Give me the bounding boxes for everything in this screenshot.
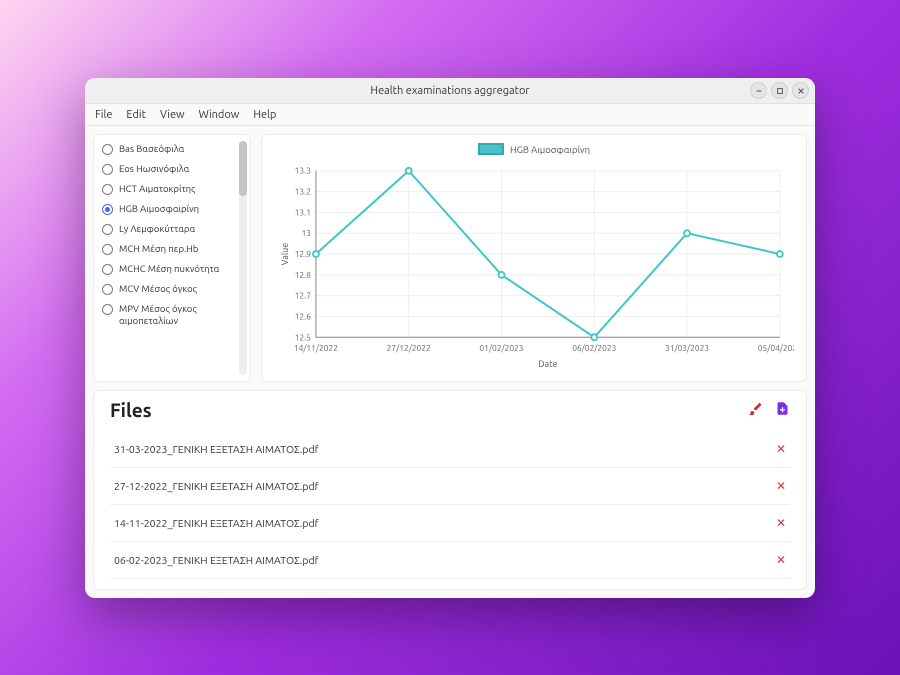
legend-label: HGB Αιμοσφαιρίνη [510, 144, 590, 155]
metric-radio[interactable]: MCHC Μέση πυκνότητα [102, 261, 246, 277]
file-row: 27-12-2022_ΓΕΝΙΚΗ ΕΞΕΤΑΣΗ ΑΙΜΑΤΟΣ.pdf ✕ [110, 468, 790, 505]
delete-file-icon[interactable]: ✕ [776, 479, 786, 493]
metric-label: MCHC Μέση πυκνότητα [119, 263, 219, 275]
radio-icon [102, 244, 113, 255]
file-row: 06-02-2023_ΓΕΝΙΚΗ ΕΞΕΤΑΣΗ ΑΙΜΑΤΟΣ.pdf ✕ [110, 542, 790, 579]
window-title: Health examinations aggregator [370, 85, 529, 97]
radio-icon [102, 224, 113, 235]
svg-text:06/02/2023: 06/02/2023 [572, 343, 616, 353]
metric-radio-list: Bas Βασεόφιλα Eos Ηωσινόφιλα HCT Αιματοκρί… [102, 141, 246, 329]
svg-text:12.5: 12.5 [295, 332, 312, 342]
radio-icon [102, 284, 113, 295]
menu-file[interactable]: File [95, 109, 112, 121]
radio-icon [102, 264, 113, 275]
sidebar-scrollbar[interactable] [239, 141, 247, 375]
metric-label: MCV Μέσος όγκος [119, 283, 197, 295]
line-chart: 12.5 12.6 12.7 12.8 12.9 13 13.1 13.2 13.3 14/11/… [274, 145, 794, 371]
metric-label: Bas Βασεόφιλα [119, 143, 184, 155]
svg-text:12.6: 12.6 [295, 311, 312, 321]
svg-text:12.8: 12.8 [295, 270, 312, 280]
svg-text:13.1: 13.1 [295, 207, 311, 217]
delete-file-icon[interactable]: ✕ [776, 516, 786, 530]
delete-file-icon[interactable]: ✕ [776, 553, 786, 567]
titlebar: Health examinations aggregator [85, 78, 815, 104]
svg-text:13.2: 13.2 [295, 187, 312, 197]
files-panel: Files 31-03-2023_ΓΕΝΙΚΗ ΕΞΕΤΑΣΗ ΑΙΜΑΤΟΣ.… [93, 390, 807, 590]
metric-radio[interactable]: Bas Βασεόφιλα [102, 141, 246, 157]
file-row: 31-03-2023_ΓΕΝΙΚΗ ΕΞΕΤΑΣΗ ΑΙΜΑΤΟΣ.pdf ✕ [110, 431, 790, 468]
radio-icon [102, 184, 113, 195]
svg-text:14/11/2022: 14/11/2022 [294, 343, 338, 353]
svg-text:13: 13 [301, 228, 311, 238]
metric-label: MPV Μέσος όγκος αιμοπεταλίων [119, 303, 246, 327]
svg-text:Date: Date [538, 359, 557, 369]
delete-file-icon[interactable]: ✕ [776, 442, 786, 456]
window-controls [750, 82, 809, 99]
content: Bas Βασεόφιλα Eos Ηωσινόφιλα HCT Αιματοκρί… [85, 126, 815, 598]
file-name: 14-11-2022_ΓΕΝΙΚΗ ΕΞΕΤΑΣΗ ΑΙΜΑΤΟΣ.pdf [114, 517, 319, 529]
radio-icon [102, 304, 113, 315]
svg-text:31/03/2023: 31/03/2023 [665, 343, 709, 353]
metric-label: Ly Λεμφοκύτταρα [119, 223, 195, 235]
svg-text:05/04/2023: 05/04/2023 [758, 343, 794, 353]
radio-icon [102, 164, 113, 175]
metric-label: Eos Ηωσινόφιλα [119, 163, 189, 175]
file-name: 31-03-2023_ΓΕΝΙΚΗ ΕΞΕΤΑΣΗ ΑΙΜΑΤΟΣ.pdf [114, 443, 319, 455]
svg-text:27/12/2022: 27/12/2022 [387, 343, 431, 353]
file-name: 27-12-2022_ΓΕΝΙΚΗ ΕΞΕΤΑΣΗ ΑΙΜΑΤΟΣ.pdf [114, 480, 319, 492]
files-heading: Files [110, 399, 152, 421]
metric-radio[interactable]: MPV Μέσος όγκος αιμοπεταλίων [102, 301, 246, 329]
legend-swatch [478, 143, 504, 155]
scrollbar-thumb[interactable] [239, 141, 247, 196]
metric-radio[interactable]: Ly Λεμφοκύτταρα [102, 221, 246, 237]
menubar: File Edit View Window Help [85, 104, 815, 126]
add-file-icon[interactable] [775, 401, 790, 420]
file-list: 31-03-2023_ΓΕΝΙΚΗ ΕΞΕΤΑΣΗ ΑΙΜΑΤΟΣ.pdf✕27… [110, 431, 790, 590]
app-window: Health examinations aggregator File Edit V… [85, 78, 815, 598]
files-actions [748, 401, 790, 420]
metric-label: MCH Μέση περ.Hb [119, 243, 199, 255]
svg-text:12.7: 12.7 [295, 291, 312, 301]
svg-text:Value: Value [280, 243, 290, 266]
chart-legend: HGB Αιμοσφαιρίνη [478, 143, 590, 155]
chart-panel: HGB Αιμοσφαιρίνη 12.512.612.712.812.9131… [261, 134, 807, 382]
metric-radio[interactable]: Eos Ηωσινόφιλα [102, 161, 246, 177]
metric-label: HGB Αιμοσφαιρίνη [119, 203, 199, 215]
metric-label: HCT Αιματοκρίτης [119, 183, 195, 195]
files-header: Files [110, 399, 790, 421]
menu-edit[interactable]: Edit [126, 109, 146, 121]
radio-icon [102, 144, 113, 155]
menu-help[interactable]: Help [253, 109, 276, 121]
maximize-button[interactable] [771, 82, 788, 99]
metric-radio[interactable]: HGB Αιμοσφαιρίνη [102, 201, 246, 217]
close-button[interactable] [792, 82, 809, 99]
top-row: Bas Βασεόφιλα Eos Ηωσινόφιλα HCT Αιματοκρί… [93, 134, 807, 382]
brush-icon[interactable] [748, 401, 763, 420]
menu-view[interactable]: View [160, 109, 185, 121]
file-row: 01-02-2023_ΓΕΝΙΚΗ ΕΞΕΤΑΣΗ ΑΙΜΑΤΟΣ.pdf✕ [110, 579, 790, 590]
menu-window[interactable]: Window [199, 109, 240, 121]
radio-icon [102, 204, 113, 215]
metric-radio[interactable]: HCT Αιματοκρίτης [102, 181, 246, 197]
file-row: 14-11-2022_ΓΕΝΙΚΗ ΕΞΕΤΑΣΗ ΑΙΜΑΤΟΣ.pdf ✕ [110, 505, 790, 542]
svg-text:13.3: 13.3 [295, 166, 312, 176]
svg-text:12.9: 12.9 [295, 249, 312, 259]
metric-radio[interactable]: MCV Μέσος όγκος [102, 281, 246, 297]
minimize-button[interactable] [750, 82, 767, 99]
metric-selector-panel: Bas Βασεόφιλα Eos Ηωσινόφιλα HCT Αιματοκρί… [93, 134, 251, 382]
svg-text:01/02/2023: 01/02/2023 [479, 343, 523, 353]
file-name: 06-02-2023_ΓΕΝΙΚΗ ΕΞΕΤΑΣΗ ΑΙΜΑΤΟΣ.pdf [114, 554, 319, 566]
metric-radio[interactable]: MCH Μέση περ.Hb [102, 241, 246, 257]
